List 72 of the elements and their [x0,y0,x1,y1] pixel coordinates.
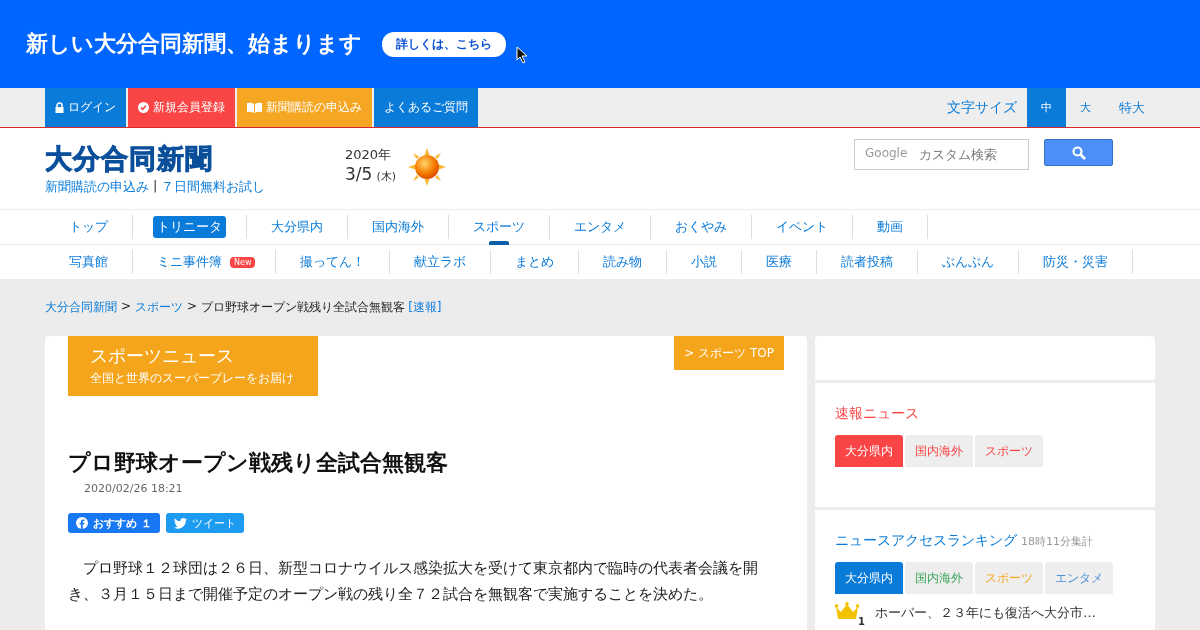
nav-tab[interactable]: イベント [772,216,832,238]
date-label: 3/5 [345,164,373,184]
article-title: プロ野球オープン戦残り全試合無観客 [68,449,449,477]
font-size-option[interactable]: 特大 [1105,88,1155,127]
breadcrumb-link[interactable]: スポーツ [135,299,184,316]
top-link[interactable]: よくあるご質問 [374,88,478,127]
nav-tab[interactable]: トリニータ [153,216,226,238]
cursor-icon [516,46,530,64]
weekday-label: (木) [376,170,397,183]
logo[interactable]: 大分合同新聞 [45,142,345,176]
facebook-icon [76,517,88,529]
subnav-link[interactable]: 医療 [762,251,797,273]
banner-headline: 新しい大分合同新聞、始まります [26,30,362,58]
book-icon [247,102,262,113]
search-button[interactable] [1044,139,1113,166]
link-separator: | [153,178,158,195]
recommend-button[interactable]: おすすめ １ [68,513,160,533]
subnav-link[interactable]: 読み物 [599,251,647,273]
rank-number: 1 [858,616,865,627]
news-tab[interactable]: スポーツ [975,435,1043,467]
ranking-title: ニュースアクセスランキング [835,532,1017,550]
subnav-link[interactable]: 読者投稿 [837,251,898,273]
new-badge: New [230,256,256,268]
breadcrumb-separator: > [121,299,132,315]
header-link[interactable]: ７日間無料お試し [161,178,266,196]
search-icon [1071,145,1086,160]
tweet-button[interactable]: ツイート [165,513,244,533]
ranking-note: 18時11分集計 [1021,534,1093,549]
sun-icon [408,148,447,186]
subnav-link[interactable]: まとめ [511,251,559,273]
subnav-link[interactable]: ミニ事件簿 [153,251,226,273]
subnav-link[interactable]: 献立ラボ [410,251,471,273]
subnav-link[interactable]: 小説 [687,251,722,273]
font-size-option[interactable]: 大 [1066,88,1105,127]
nav-tab[interactable]: エンタメ [570,216,630,238]
header-link[interactable]: 新聞購読の申込み [45,178,149,196]
subnav-link[interactable]: ぶんぶん [938,251,999,273]
nav-tab[interactable]: 大分県内 [267,216,327,238]
section-title: スポーツニュース [90,344,235,368]
nav-tab[interactable]: おくやみ [671,216,731,238]
lock-icon [55,102,64,113]
subnav-link[interactable]: 防災・災害 [1039,251,1113,273]
breaking-tag: [速報] [408,299,442,316]
ranking-tab[interactable]: 国内海外 [905,562,973,594]
subnav-link[interactable]: 撮ってん！ [296,251,370,273]
search-brand-label: Google [865,146,908,160]
check-circle-icon [138,102,149,113]
ranking-item-link[interactable]: ホーバー、２３年にも復活へ大分市… [875,604,1096,622]
subnav-link[interactable]: 写真館 [65,251,112,273]
font-size-option[interactable]: 中 [1027,88,1066,127]
news-tab[interactable]: 国内海外 [905,435,973,467]
breadcrumb-current: プロ野球オープン戦残り全試合無観客 [201,299,406,316]
top-link[interactable]: ログイン [45,88,126,127]
nav-tab[interactable]: 動画 [873,216,907,238]
breadcrumb-link[interactable]: 大分合同新聞 [45,299,117,316]
font-size-label: 文字サイズ [947,98,1017,117]
year-label: 2020年 [345,146,393,164]
ranking-tab[interactable]: 大分県内 [835,562,903,594]
article-body: プロ野球１２球団は２６日、新型コロナウイルス感染拡大を受けて東京都内で臨時の代表者会議を開き、３月１５日まで開催予定のオープン戦の残り全７２試合を無観客で実施することを決めた。 [68,559,759,604]
breadcrumb-separator: > [187,299,198,315]
nav-tab[interactable]: 国内海外 [368,216,428,238]
breaking-news-title: 速報ニュース [835,405,920,423]
news-tab[interactable]: 大分県内 [835,435,903,467]
article-date: 2020/02/26 18:21 [84,482,184,495]
details-button[interactable]: 詳しくは、こちら [382,31,506,57]
section-subtitle: 全国と世界のスーパープレーをお届け [90,370,295,387]
top-link[interactable]: 新規会員登録 [128,88,235,127]
nav-tab[interactable]: スポーツ [469,216,529,238]
bird-icon [173,517,187,529]
nav-tab[interactable]: トップ [65,216,112,238]
ranking-tab[interactable]: エンタメ [1045,562,1113,594]
crown-icon [835,602,859,620]
